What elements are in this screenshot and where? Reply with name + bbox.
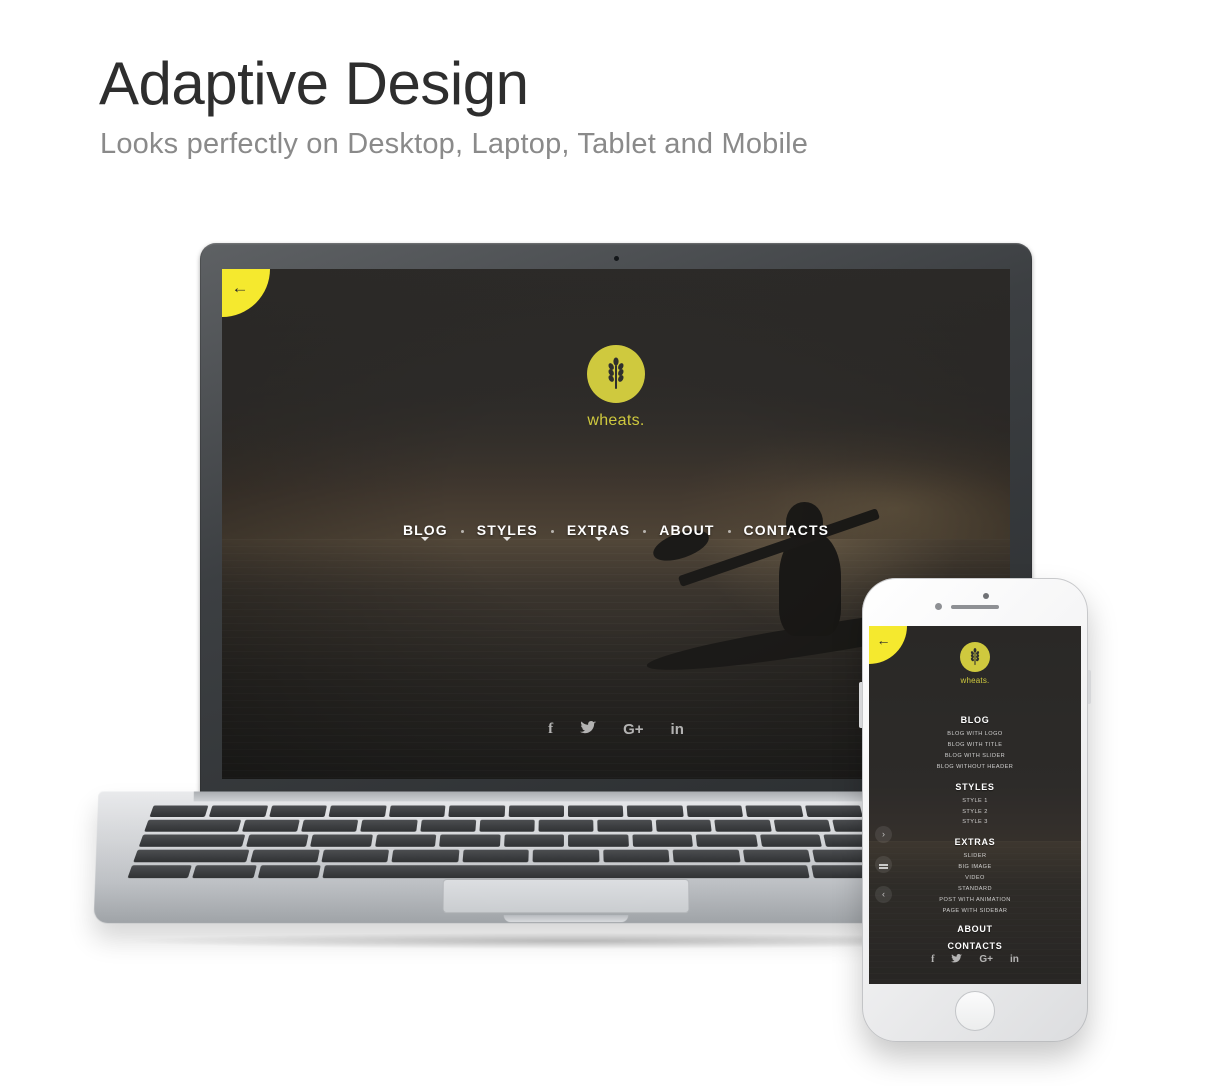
page-subtitle: Looks perfectly on Desktop, Laptop, Tabl… [100,128,809,160]
nav-label: ABOUT [659,522,715,538]
nav-separator-dot [460,529,464,533]
menu-item[interactable]: SLIDER [869,851,1081,862]
prev-slide-button[interactable]: ‹ [875,886,892,903]
phone-speaker-grille [951,605,999,609]
linkedin-icon[interactable]: in [1010,955,1019,965]
laptop-trackpad [442,878,690,914]
menu-item[interactable]: STYLE 1 [869,796,1081,807]
photo-top-gradient [222,269,1010,494]
google-plus-icon[interactable]: G+ [979,955,993,965]
facebook-icon[interactable]: f [548,722,553,737]
chevron-down-icon [594,537,603,541]
menu-item[interactable]: BLOG WITH SLIDER [869,751,1081,762]
menu-heading-extras[interactable]: EXTRAS [869,837,1081,847]
phone-mockup: ← wheats. BLOG BLOG WITH LOGO BLOG WITH … [859,578,1091,1042]
phone-screen: ← wheats. BLOG BLOG WITH LOGO BLOG WITH … [869,626,1081,984]
page-title: Adaptive Design [99,50,529,117]
menu-heading-about[interactable]: ABOUT [869,924,1081,934]
menu-item[interactable]: VIDEO [869,873,1081,884]
wheat-icon [587,345,645,403]
nav-label: BLOG [402,522,448,538]
logo-wordmark: wheats. [587,412,645,429]
photo-sun-glow [679,422,1010,596]
menu-item[interactable]: PAGE WITH SIDEBAR [869,906,1081,917]
google-plus-icon[interactable]: G+ [623,722,643,737]
twitter-icon[interactable] [951,954,963,966]
nav-label: STYLES [476,522,538,538]
phone-social-links: f G+ in [869,954,1081,966]
next-slide-button[interactable]: › [875,826,892,843]
wheat-icon [960,642,990,672]
menu-item[interactable]: STYLE 2 [869,807,1081,818]
nav-item-blog[interactable]: BLOG [390,522,461,541]
menu-item[interactable]: POST WITH ANIMATION [869,895,1081,906]
phone-sensor-icon [935,603,942,610]
phone-home-button[interactable] [955,991,995,1031]
menu-heading-styles[interactable]: STYLES [869,782,1081,792]
arrow-left-icon: ← [231,277,249,297]
menu-item[interactable]: STYLE 3 [869,817,1081,828]
nav-item-about[interactable]: ABOUT [646,522,727,540]
logo-wordmark: wheats. [960,676,990,685]
menu-item[interactable]: BLOG WITH LOGO [869,729,1081,740]
menu-heading-blog[interactable]: BLOG [869,715,1081,725]
facebook-icon[interactable]: f [931,955,934,965]
phone-power-button[interactable] [1088,670,1091,704]
menu-toggle-button[interactable] [875,856,892,873]
nav-separator-dot [643,529,647,533]
nav-item-extras[interactable]: EXTRAS [554,522,643,541]
laptop-hinge [193,791,939,802]
photo-sky [222,269,1010,545]
phone-volume-button[interactable] [859,682,862,728]
nav-item-contacts[interactable]: CONTACTS [731,522,843,540]
menu-item[interactable]: BLOG WITHOUT HEADER [869,762,1081,773]
laptop-base-lip [503,915,629,923]
phone-slider-controls: › ‹ [875,826,892,903]
nav-separator-dot [550,529,554,533]
nav-item-styles[interactable]: STYLES [464,522,551,541]
menu-item[interactable]: BLOG WITH TITLE [869,740,1081,751]
chevron-down-icon [503,537,512,541]
menu-heading-contacts[interactable]: CONTACTS [869,941,1081,951]
hamburger-icon [879,863,888,866]
linkedin-icon[interactable]: in [671,722,684,737]
nav-label: EXTRAS [566,522,631,538]
nav-label: CONTACTS [743,522,830,538]
phone-site-logo[interactable]: wheats. [869,642,1081,685]
menu-item[interactable]: STANDARD [869,884,1081,895]
chevron-down-icon [421,537,430,541]
menu-item[interactable]: BIG IMAGE [869,862,1081,873]
back-tab-button[interactable]: ← [222,269,270,317]
phone-menu: BLOG BLOG WITH LOGO BLOG WITH TITLE BLOG… [869,706,1081,955]
adaptive-design-showcase: Adaptive Design Looks perfectly on Deskt… [0,0,1232,1086]
laptop-camera-icon [613,256,619,261]
nav-separator-dot [727,529,731,533]
main-navigation: BLOG STYLES EXTRAS ABOUT CONTACTS [222,522,1010,541]
twitter-icon[interactable] [580,721,597,738]
site-logo[interactable]: wheats. [222,345,1010,430]
phone-camera-icon [983,593,989,599]
